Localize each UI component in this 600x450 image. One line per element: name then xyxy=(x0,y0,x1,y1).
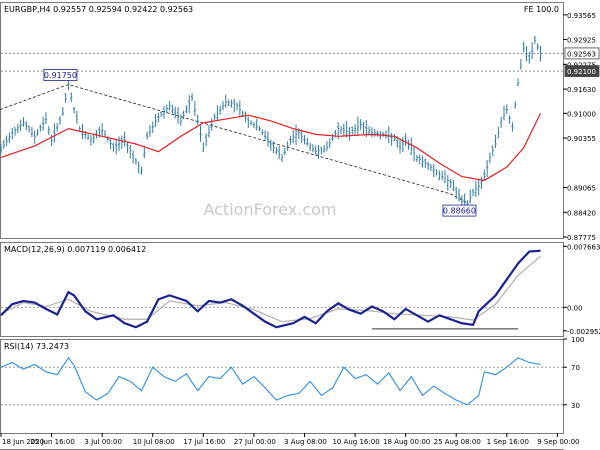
rsi-line xyxy=(0,356,541,406)
watermark: ActionForex.com xyxy=(203,200,336,219)
fe-label: FE 100.0 xyxy=(524,5,559,14)
price-title: EURGBP,H4 0.92557 0.92594 0.92422 0.9256… xyxy=(4,5,193,14)
macd-pane-frame xyxy=(0,242,564,337)
x-tick-label: 25 Aug 08:00 xyxy=(434,438,481,446)
macd-signal-line xyxy=(0,255,541,323)
macd-title: MACD(12,26,9) 0.007119 0.006412 xyxy=(4,245,146,254)
price-y-tick-label: 0.89065 xyxy=(567,185,596,193)
x-tick-label: 10 Aug 16:00 xyxy=(332,438,379,446)
price-y-tick-label: 0.91630 xyxy=(567,86,596,94)
price-y-tick-label: 0.90355 xyxy=(567,135,596,143)
macd-y-tick-label: 0.00 xyxy=(567,304,583,312)
price-y-tick-label: 0.93565 xyxy=(567,12,596,20)
price-y-tick-label: 0.87775 xyxy=(567,234,596,242)
x-tick-label: 18 Aug 00:00 xyxy=(383,438,430,446)
macd-y-tick-label: -0.002952 xyxy=(567,328,600,336)
macd-y-tick-label: 0.007663 xyxy=(567,243,600,251)
x-tick-label: 3 Jul 00:00 xyxy=(84,438,122,446)
price-y-tick-label: 0.88420 xyxy=(567,209,596,217)
price-axis-tag-label: 0.92100 xyxy=(567,68,596,76)
x-tick-label: 10 Jul 08:00 xyxy=(133,438,175,446)
rsi-y-tick-label: 70 xyxy=(571,364,580,372)
rsi-y-tick-label: 30 xyxy=(571,402,580,410)
macd-line xyxy=(0,249,541,329)
price-label: 0.88660 xyxy=(443,207,476,216)
price-label: 0.91750 xyxy=(44,71,77,80)
rsi-title: RSI(14) 73.2473 xyxy=(4,342,69,351)
price-y-tick-label: 0.92925 xyxy=(567,36,596,44)
x-tick-label: 27 Jul 00:00 xyxy=(234,438,276,446)
price-axis-tag-label: 0.92563 xyxy=(567,50,596,58)
rsi-y-tick-label: 100 xyxy=(571,336,584,344)
price-y-tick-label: 0.91000 xyxy=(567,110,596,118)
chart-root: EURGBP,H4 0.92557 0.92594 0.92422 0.9256… xyxy=(0,2,600,450)
x-tick-label: 25 Jun 16:00 xyxy=(30,438,74,446)
x-tick-label: 17 Jul 16:00 xyxy=(183,438,225,446)
rsi-pane-frame xyxy=(0,339,564,434)
x-tick-label: 1 Sep 16:00 xyxy=(487,438,529,446)
x-tick-label: 3 Aug 08:00 xyxy=(284,438,327,446)
x-tick-label: 9 Sep 00:00 xyxy=(537,438,579,446)
